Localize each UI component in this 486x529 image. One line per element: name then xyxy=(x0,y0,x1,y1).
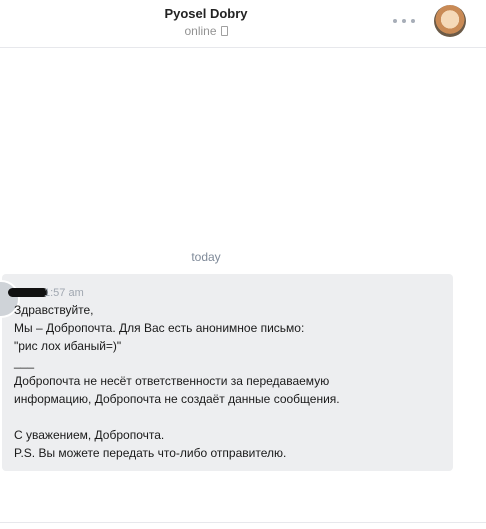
date-separator: today xyxy=(191,250,221,264)
phone-icon xyxy=(220,26,228,36)
redacted-sender-name xyxy=(8,288,48,297)
avatar[interactable] xyxy=(434,5,466,37)
message-line: ___ xyxy=(14,355,35,369)
message-line: "рис лох ибаный=)" xyxy=(14,339,122,353)
message-line: С уважением, Добропочта. xyxy=(14,428,165,442)
message-line: Добропочта не несёт ответственности за п… xyxy=(14,374,330,388)
chat-header: Pyosel Dobry online xyxy=(0,0,486,48)
message-line: информацию, Добропочта не создаёт данные… xyxy=(14,392,340,406)
message-line: Мы – Добропочта. Для Вас есть анонимное … xyxy=(14,321,305,335)
message-line: P.S. Вы можете передать что-либо отправи… xyxy=(14,446,287,460)
status-text: online xyxy=(184,24,217,38)
online-status: online xyxy=(0,24,412,38)
composer-divider xyxy=(0,522,486,523)
message-time[interactable]: 1:57 am xyxy=(44,287,84,299)
message-line: Здравствуйте, xyxy=(14,303,94,317)
more-dots-icon[interactable] xyxy=(393,12,415,30)
chat-title[interactable]: Pyosel Dobry xyxy=(0,6,412,21)
